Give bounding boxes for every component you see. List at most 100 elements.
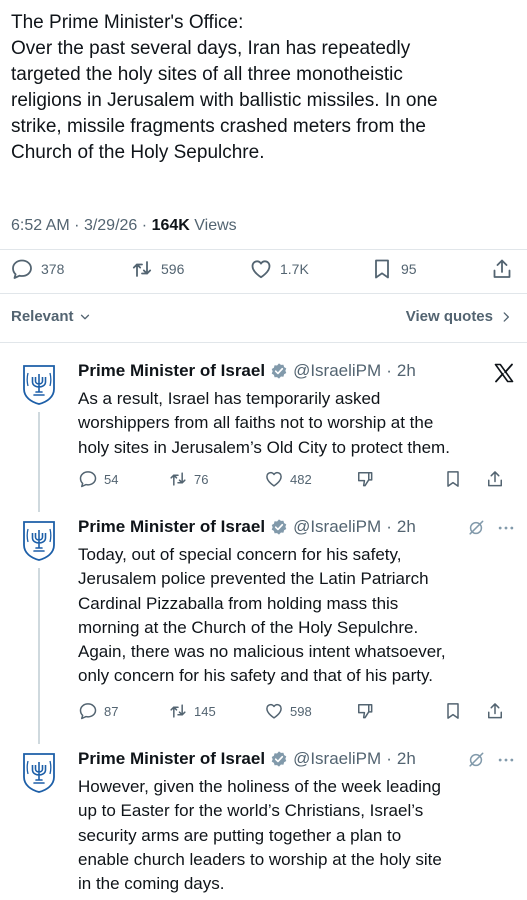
reply-line: Today, out of special concern for his sa… <box>78 545 402 564</box>
share-icon <box>485 469 505 489</box>
chevron-down-icon <box>78 310 92 324</box>
bookmark-button[interactable] <box>443 468 463 490</box>
author-handle[interactable]: @IsraeliPM <box>293 517 381 537</box>
view-quotes-link[interactable]: View quotes <box>406 308 513 325</box>
post-time[interactable]: 6:52 AM <box>11 217 70 234</box>
share-icon <box>485 701 505 721</box>
avatar[interactable] <box>22 753 56 793</box>
reply-action-bar: 87 145 598 <box>78 700 508 722</box>
meta-separator: · <box>141 217 148 234</box>
more-icon[interactable] <box>496 750 516 770</box>
post-date[interactable]: 3/29/26 <box>84 217 137 234</box>
reply-text: However, given the holiness of the week … <box>78 775 508 896</box>
post-meta: 6:52 AM · 3/29/26 · 164K Views <box>11 217 237 235</box>
verified-badge-icon <box>270 362 288 380</box>
reply-line: worshippers from all faiths not to worsh… <box>78 413 434 433</box>
reply-icon <box>10 257 34 281</box>
reply-top-actions <box>466 518 516 538</box>
avatar[interactable] <box>22 521 56 561</box>
bookmark-count: 95 <box>401 261 417 277</box>
repost-button[interactable]: 76 <box>168 468 208 490</box>
repost-button[interactable]: 145 <box>168 700 216 722</box>
post-line: Church of the Holy Sepulchre. <box>11 142 265 163</box>
post-action-bar: 378 596 1.7K 95 <box>0 256 527 282</box>
meta-separator: · <box>386 517 392 536</box>
reply-time[interactable]: 2h <box>397 361 416 381</box>
reply-button[interactable]: 87 <box>78 700 118 722</box>
share-button[interactable] <box>485 468 505 490</box>
grok-icon[interactable] <box>466 518 486 538</box>
dislike-icon <box>355 469 375 489</box>
reply-header: Prime Minister of Israel @IsraeliPM · 2h <box>78 361 416 381</box>
sort-dropdown[interactable]: Relevant <box>11 308 92 325</box>
reply-count: 378 <box>41 261 65 277</box>
reply-line: security arms are putting together a pla… <box>78 825 402 845</box>
reply-line: Cardinal Pizzaballa from holding mass th… <box>78 593 399 613</box>
reply-line: Jerusalem police prevented the Latin Pat… <box>78 569 429 589</box>
reply-line: As a result, Israel has temporarily aske… <box>78 389 381 408</box>
heart-icon <box>264 701 284 721</box>
view-quotes-label: View quotes <box>405 308 493 325</box>
share-button[interactable] <box>490 256 514 282</box>
author-handle[interactable]: @IsraeliPM <box>293 361 381 381</box>
dislike-button[interactable] <box>355 700 375 722</box>
reply-count: 54 <box>104 471 119 487</box>
avatar[interactable] <box>22 365 56 405</box>
post-line: targeted the holy sites of all three mon… <box>11 64 403 85</box>
thread-line <box>38 412 40 512</box>
author-name[interactable]: Prime Minister of Israel <box>78 749 265 769</box>
more-icon[interactable] <box>496 518 516 538</box>
reply-time[interactable]: 2h <box>397 749 416 769</box>
share-button[interactable] <box>485 700 505 722</box>
share-icon <box>490 257 514 281</box>
meta-separator: · <box>386 361 392 380</box>
repost-count: 145 <box>194 703 216 719</box>
post-text: The Prime Minister's Office: Over the pa… <box>11 10 511 166</box>
reply-button[interactable]: 378 <box>10 256 64 282</box>
like-count: 598 <box>290 703 312 719</box>
reply-line: enable church leaders to worship at the … <box>78 849 442 869</box>
reply-line: only concern for his safety and that of … <box>78 666 433 686</box>
verified-badge-icon <box>270 750 288 768</box>
reply-header: Prime Minister of Israel @IsraeliPM · 2h <box>78 749 416 769</box>
bookmark-button[interactable] <box>443 700 463 722</box>
repost-icon <box>168 701 188 721</box>
reply-line: holy sites in Jerusalem’s Old City to pr… <box>78 437 450 457</box>
repost-count: 76 <box>194 471 209 487</box>
dislike-icon <box>355 701 375 721</box>
post-line: strike, missile fragments crashed meters… <box>11 116 426 137</box>
like-button[interactable]: 482 <box>264 468 312 490</box>
author-name[interactable]: Prime Minister of Israel <box>78 517 265 537</box>
repost-icon <box>168 469 188 489</box>
repost-button[interactable]: 596 <box>130 256 184 282</box>
post-line: religions in Jerusalem with ballistic mi… <box>11 90 438 111</box>
divider <box>0 342 527 343</box>
reply-text: Today, out of special concern for his sa… <box>78 543 508 689</box>
views-count: 164K <box>151 217 190 234</box>
reply-line: up to Easter for the world’s Christians,… <box>78 801 424 821</box>
bookmark-icon <box>370 257 394 281</box>
reply-text: As a result, Israel has temporarily aske… <box>78 387 508 460</box>
heart-icon <box>249 257 273 281</box>
post-line: The Prime Minister's Office: <box>11 12 244 33</box>
bookmark-icon <box>443 469 463 489</box>
reply-line: in the coming days. <box>78 874 225 894</box>
reply-top-actions <box>466 750 516 770</box>
like-button[interactable]: 598 <box>264 700 312 722</box>
reply-line: However, given the holiness of the week … <box>78 777 441 796</box>
grok-icon[interactable] <box>466 750 486 770</box>
reply-icon <box>78 701 98 721</box>
heart-icon <box>264 469 284 489</box>
repost-icon <box>130 257 154 281</box>
reply-button[interactable]: 54 <box>78 468 118 490</box>
author-name[interactable]: Prime Minister of Israel <box>78 361 265 381</box>
bookmark-button[interactable]: 95 <box>370 256 417 282</box>
divider <box>0 249 527 250</box>
like-button[interactable]: 1.7K <box>249 256 309 282</box>
thread-line <box>38 568 40 744</box>
author-handle[interactable]: @IsraeliPM <box>293 749 381 769</box>
reply-line: Again, there was no malicious intent wha… <box>78 642 446 662</box>
dislike-button[interactable] <box>355 468 375 490</box>
reply-time[interactable]: 2h <box>397 517 416 537</box>
reply-line: morning at the Church of the Holy Sepulc… <box>78 617 419 637</box>
